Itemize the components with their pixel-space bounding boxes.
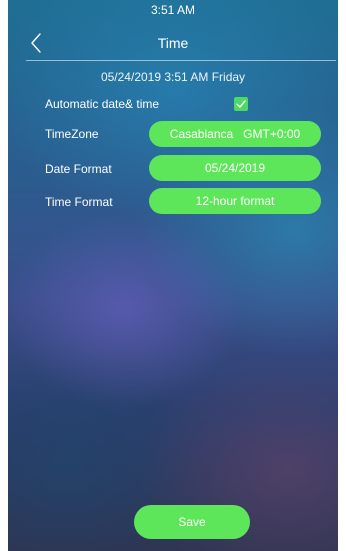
time-settings-screen: 3:51 AM Time 05/24/2019 3:51 AM Friday A… xyxy=(8,0,338,551)
time-format-label: Time Format xyxy=(45,195,113,209)
page-title: Time xyxy=(157,35,189,51)
chevron-left-icon xyxy=(26,30,50,56)
timezone-selector[interactable]: Casablanca GMT+0:00 xyxy=(149,121,321,147)
current-datetime: 05/24/2019 3:51 AM Friday xyxy=(100,70,246,84)
checkmark-icon xyxy=(234,97,248,111)
title-bar: Time xyxy=(8,26,338,60)
date-format-selector[interactable]: 05/24/2019 xyxy=(149,155,321,181)
date-format-label: Date Format xyxy=(45,162,112,176)
back-button[interactable] xyxy=(26,30,50,56)
automatic-date-time-label: Automatic date& time xyxy=(45,97,160,111)
automatic-date-time-checkbox[interactable] xyxy=(234,97,248,111)
save-button[interactable]: Save xyxy=(134,505,250,539)
header-divider xyxy=(26,60,336,61)
status-bar-time: 3:51 AM xyxy=(150,3,196,17)
time-format-selector[interactable]: 12-hour format xyxy=(149,188,321,214)
timezone-label: TimeZone xyxy=(45,127,99,141)
